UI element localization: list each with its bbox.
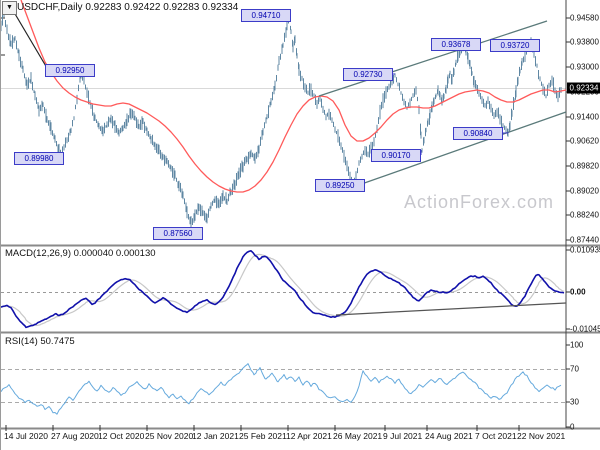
chart-title: USDCHF,Daily 0.92283 0.92422 0.92283 0.9… [17,2,239,13]
rsi-title-label: RSI(14) 50.7475 [5,336,75,347]
price-annotation[interactable]: 0.90170 [371,149,421,162]
price-axis-label: 0.90620 [570,136,599,146]
actionforex-watermark: ActionForex.com [404,192,555,212]
date-axis-label: 25 Feb 2021 [239,431,287,441]
current-price-tag: 0.92334 [567,82,600,94]
date-axis-label: 9 Jul 2021 [383,431,423,441]
symbol-dropdown-icon[interactable]: ▼ [2,1,17,15]
price-axis-label: 0.93000 [570,62,599,72]
macd-title-label: MACD(12,26,9) 0.000040 0.000130 [5,248,156,259]
date-axis-label: 26 May 2021 [333,431,383,441]
date-axis-label: 12 Oct 2020 [98,431,145,441]
price-axis-label: 0.88240 [570,210,599,220]
rsi-axis-label: 100 [570,340,584,350]
price-annotation[interactable]: 0.87560 [153,227,203,240]
date-axis-label: 25 Nov 2020 [145,431,194,441]
macd-axis-label: 0.00 [570,287,586,297]
price-annotation[interactable]: 0.89250 [315,179,365,192]
date-axis-label: 22 Nov 2021 [517,431,566,441]
rsi-axis-label: 70 [570,364,579,374]
date-axis-label: 24 Aug 2021 [425,431,473,441]
date-axis-label: 12 Apr 2021 [286,431,332,441]
rsi-axis-label: 30 [570,397,579,407]
price-annotation[interactable]: 0.90840 [453,127,503,140]
price-axis-label: 0.93800 [570,37,599,47]
price-annotation[interactable]: 0.89980 [14,152,64,165]
macd-indicator-title: MACD(12,26,9) 0.000040 0.000130 [5,248,156,259]
date-axis-label: 7 Oct 2021 [475,431,517,441]
price-axis-label: 0.94580 [570,13,599,23]
price-annotation[interactable]: 0.93720 [490,39,540,52]
price-annotation[interactable]: 0.92950 [45,64,95,77]
price-axis-label: 0.87440 [570,235,599,245]
macd-axis-label: 0.010935 [570,245,600,255]
price-axis-label: 0.91400 [570,112,599,122]
rsi-indicator-title: RSI(14) 50.7475 [5,336,75,347]
date-axis-label: 27 Aug 2020 [51,431,99,441]
price-annotation[interactable]: 0.93678 [431,38,481,51]
price-annotation[interactable]: 0.92730 [343,68,393,81]
date-axis-label: 14 Jul 2020 [4,431,48,441]
price-axis-label: 0.89020 [570,186,599,196]
macd-axis-label: -0.010459 [570,324,600,334]
price-annotation[interactable]: 0.94710 [241,9,291,22]
date-axis-label: 12 Jan 2021 [192,431,239,441]
price-axis-label: 0.89820 [570,161,599,171]
rsi-axis-label: 0 [570,422,575,432]
trading-chart-window: ▼ USDCHF,Daily 0.92283 0.92422 0.92283 0… [0,0,600,450]
